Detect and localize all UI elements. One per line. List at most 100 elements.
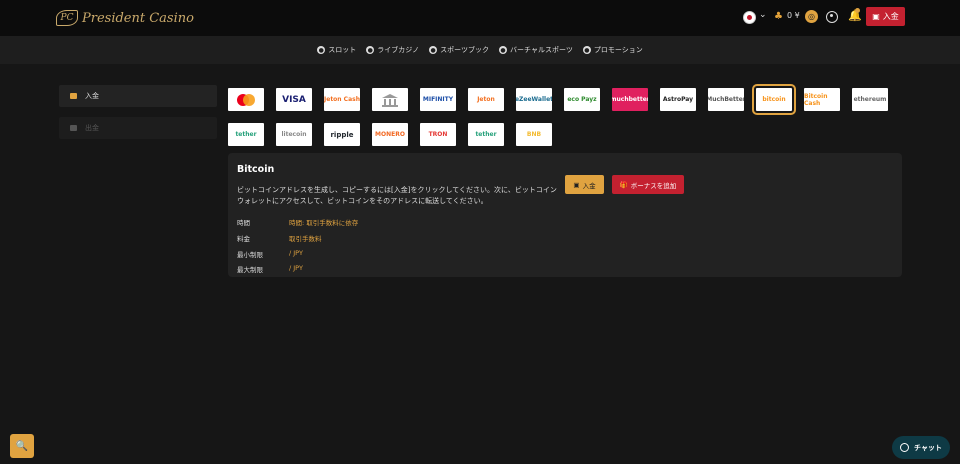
sidebar-item-label: 出金 — [85, 124, 99, 132]
payment-method-label: MuchBetter — [708, 96, 744, 103]
payment-method-mifinity[interactable]: MIFINITY — [420, 88, 456, 111]
notification-dot — [855, 8, 860, 13]
min-limit-value: / JPY — [289, 249, 303, 257]
payment-detail-card: Bitcoin ビットコインアドレスを生成し、コピーするには[入金]をクリックし… — [228, 153, 902, 277]
nav-item-live-casino[interactable]: ● ライブカジノ — [366, 45, 419, 55]
payment-method-ripple[interactable]: ripple — [324, 123, 360, 146]
payment-method-ecopayz[interactable]: eco Payz — [564, 88, 600, 111]
payment-method-label: TRON — [428, 131, 448, 138]
deposit-icon — [70, 93, 77, 99]
search-icon: 🔍 — [15, 440, 29, 452]
time-label: 時間 — [237, 219, 250, 227]
live-casino-icon: ● — [366, 46, 375, 54]
min-limit-label: 最小制限 — [237, 251, 263, 259]
payment-method-tether-tron[interactable]: tether — [468, 123, 504, 146]
payment-method-ezeewallet[interactable]: eZeeWallet — [516, 88, 552, 111]
promotion-icon: ● — [582, 46, 591, 54]
withdraw-icon — [70, 125, 77, 131]
mastercard-icon — [237, 93, 255, 106]
slot-icon: ● — [317, 46, 326, 54]
deposit-button-label: 入金 — [582, 181, 596, 190]
nav-label: プロモーション — [593, 46, 643, 54]
payment-method-ethereum[interactable]: ethereum — [852, 88, 888, 111]
card-title: Bitcoin — [237, 164, 275, 175]
sidebar-item-label: 入金 — [85, 92, 99, 100]
max-limit-value: / JPY — [289, 264, 303, 272]
payment-method-label: tether — [475, 131, 497, 138]
payment-method-mastercard[interactable] — [228, 88, 264, 111]
nav-item-promotion[interactable]: ● プロモーション — [582, 45, 643, 55]
payment-method-jeton[interactable]: Jeton — [468, 88, 504, 111]
payment-method-label: bitcoin — [762, 96, 786, 103]
wallet-icon: ♣ — [774, 11, 783, 22]
add-bonus-button[interactable]: 🎁 ボーナスを追加 — [612, 175, 684, 194]
payment-method-label: BNB — [526, 131, 542, 138]
nav-label: ライブカジノ — [377, 46, 420, 54]
payment-method-tron[interactable]: TRON — [420, 123, 456, 146]
payment-method-monero[interactable]: MONERO — [372, 123, 408, 146]
payment-method-label: MIFINITY — [422, 96, 454, 103]
payment-method-bnb[interactable]: BNB — [516, 123, 552, 146]
payment-method-tether[interactable]: tether — [228, 123, 264, 146]
chat-label: チャット — [914, 443, 942, 452]
payment-method-label: tether — [235, 131, 257, 138]
payment-method-muchbetter-red[interactable]: muchbetter — [612, 88, 648, 111]
payment-method-visa[interactable]: VISA — [276, 88, 312, 111]
header-deposit-button[interactable]: ▣ 入金 — [866, 7, 905, 26]
nav-item-sportsbook[interactable]: ● スポーツブック — [429, 45, 489, 55]
top-header: PC President Casino ⌄ ♣ 0 ¥ ◎ 🔔 ▣ 入金 — [0, 0, 960, 36]
payment-method-label: Bitcoin Cash — [804, 92, 828, 107]
payment-method-muchbetter[interactable]: MuchBetter — [708, 88, 744, 111]
logo-mark-icon: PC — [56, 10, 78, 26]
japan-flag-icon[interactable] — [743, 11, 756, 24]
bank-icon — [382, 93, 398, 107]
payment-method-label: Jeton Cash — [324, 96, 360, 103]
fee-value: 取引手数料 — [289, 235, 322, 243]
payment-method-label: litecoin — [281, 131, 307, 138]
payment-method-label: ethereum — [853, 96, 887, 103]
card-description: ビットコインアドレスを生成し、コピーするには[入金]をクリックしてください。次に… — [237, 186, 557, 205]
deposit-icon: ▣ — [573, 180, 580, 189]
brand-name: President Casino — [82, 10, 194, 26]
virtual-sports-icon: ● — [499, 46, 508, 54]
user-icon[interactable] — [826, 11, 838, 23]
payment-method-astropay[interactable]: AstroPay — [660, 88, 696, 111]
add-bonus-label: ボーナスを追加 — [630, 181, 677, 190]
casino-logo[interactable]: PC President Casino — [56, 9, 194, 27]
time-value: 時間: 取引手数料に依存 — [289, 219, 359, 227]
deposit-icon: ▣ — [872, 12, 880, 21]
payment-method-jeton-cash[interactable]: Jeton Cash — [324, 88, 360, 111]
nav-item-virtual-sports[interactable]: ● バーチャルスポーツ — [499, 45, 573, 55]
search-button[interactable]: 🔍 — [10, 434, 34, 458]
chevron-down-icon[interactable]: ⌄ — [759, 10, 767, 20]
payment-method-bank-transfer[interactable] — [372, 88, 408, 111]
nav-label: スロット — [328, 46, 357, 54]
payment-method-litecoin[interactable]: litecoin — [276, 123, 312, 146]
gift-icon: 🎁 — [619, 180, 628, 189]
payment-method-label: ripple — [330, 130, 354, 139]
nav-item-slot[interactable]: ● スロット — [317, 45, 356, 55]
payment-method-label: VISA — [282, 94, 306, 105]
sportsbook-icon: ● — [429, 46, 438, 54]
payment-method-label: muchbetter — [612, 96, 648, 103]
payment-method-label: AstroPay — [662, 96, 694, 103]
fee-label: 料金 — [237, 235, 250, 243]
payment-method-label: eZeeWallet — [516, 96, 552, 103]
chat-icon — [900, 443, 910, 452]
payment-method-label: eco Payz — [567, 96, 597, 103]
payment-method-label: Jeton — [477, 96, 495, 103]
nav-label: バーチャルスポーツ — [510, 46, 573, 54]
payment-method-bitcoin-cash[interactable]: Bitcoin Cash — [804, 88, 840, 111]
balance-amount: 0 ¥ — [787, 11, 800, 20]
nav-label: スポーツブック — [440, 46, 490, 54]
sidebar-item-deposit[interactable]: 入金 — [59, 85, 217, 107]
payment-method-label: MONERO — [375, 131, 405, 138]
payment-method-bitcoin[interactable]: bitcoin — [752, 84, 796, 115]
header-deposit-label: 入金 — [882, 12, 899, 21]
main-nav: ● スロット ● ライブカジノ ● スポーツブック ● バーチャルスポーツ ● … — [0, 36, 960, 64]
deposit-button[interactable]: ▣ 入金 — [565, 175, 604, 194]
coin-icon[interactable]: ◎ — [805, 10, 818, 23]
sidebar-item-withdraw[interactable]: 出金 — [59, 117, 217, 139]
max-limit-label: 最大制限 — [237, 266, 263, 274]
chat-button[interactable]: チャット — [892, 436, 950, 459]
